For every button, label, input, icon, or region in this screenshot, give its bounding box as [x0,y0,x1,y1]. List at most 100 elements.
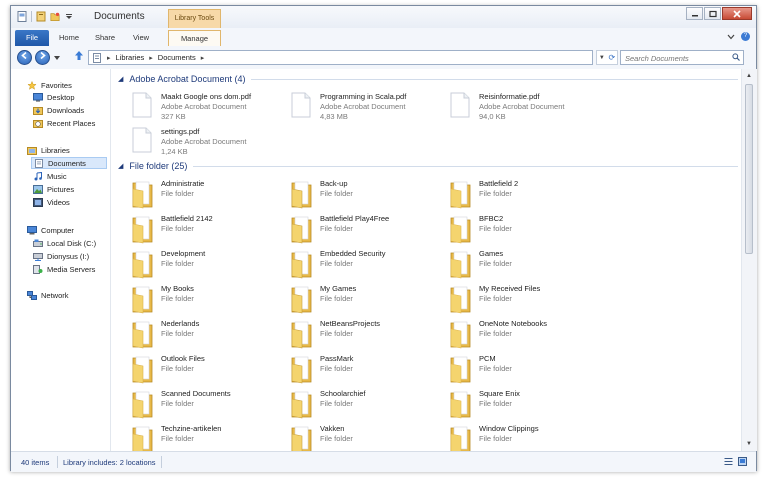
folder-icon [290,319,314,351]
expand-ribbon-icon[interactable] [727,34,735,40]
folder-item[interactable]: Square Enix File folder [449,389,599,421]
folder-type: File folder [479,364,512,373]
folder-name: Scanned Documents [161,389,231,398]
nav-favorites[interactable]: Favorites [27,79,72,91]
forward-button[interactable] [35,50,50,65]
folder-item[interactable]: Window Clippings File folder [449,424,599,451]
pdf-file-item[interactable]: Reisinformatie.pdf Adobe Acrobat Document… [449,92,599,124]
folder-item[interactable]: Outlook Files File folder [131,354,281,386]
nav-item-downloads[interactable]: Downloads [33,104,84,116]
pdf-file-item[interactable]: Programming in Scala.pdf Adobe Acrobat Do… [290,92,440,124]
search-icon[interactable] [732,53,740,61]
folder-item[interactable]: My Games File folder [290,284,440,316]
help-icon[interactable]: ? [741,32,750,41]
breadcrumb-documents[interactable]: Documents [158,53,196,62]
group-header-label: File folder (25) [129,161,188,171]
pdf-file-item[interactable]: Maakt Google ons dom.pdf Adobe Acrobat Do… [131,92,281,124]
nav-computer[interactable]: Computer [27,224,74,236]
vertical-scrollbar[interactable]: ▲ ▼ [741,69,757,451]
folder-type: File folder [161,259,194,268]
folder-item[interactable]: Scanned Documents File folder [131,389,281,421]
nav-item-videos[interactable]: Videos [33,196,70,208]
folder-item[interactable]: BFBC2 File folder [449,214,599,246]
large-icons-view-icon[interactable] [738,457,747,466]
customize-toolbar-icon[interactable] [64,11,74,22]
address-dropdown-icon[interactable]: ▼ [599,55,605,61]
folder-item[interactable]: Development File folder [131,249,281,281]
folder-item[interactable]: Schoolarchief File folder [290,389,440,421]
details-view-icon[interactable] [724,457,733,466]
folder-item[interactable]: PassMark File folder [290,354,440,386]
library-locations[interactable]: Library includes: 2 locations [63,458,156,467]
nav-item-music[interactable]: Music [33,170,67,182]
properties-icon[interactable] [36,11,46,22]
folder-item[interactable]: OneNote Notebooks File folder [449,319,599,351]
up-button[interactable] [73,50,85,65]
nav-item-pictures[interactable]: Pictures [33,183,74,195]
refresh-icon[interactable]: ⟳ [608,53,615,62]
tab-view[interactable]: View [127,30,155,46]
nav-item-dionysus[interactable]: Dionysus (I:) [33,250,89,262]
folder-item[interactable]: Battlefield Play4Free File folder [290,214,440,246]
breadcrumb-libraries[interactable]: Libraries [116,53,145,62]
folder-item[interactable]: Embedded Security File folder [290,249,440,281]
tab-file[interactable]: File [15,30,49,46]
folder-item[interactable]: Nederlands File folder [131,319,281,351]
search-box[interactable] [620,50,744,66]
nav-libraries[interactable]: Libraries [27,144,70,156]
nav-item-label: Dionysus (I:) [47,251,90,261]
breadcrumb-arrow-icon[interactable]: ▸ [149,54,153,62]
close-button[interactable] [722,7,752,20]
folder-item[interactable]: Battlefield 2142 File folder [131,214,281,246]
new-folder-icon[interactable] [50,11,60,22]
nav-item-documents[interactable]: Documents [31,157,107,169]
folder-item[interactable]: Vakken File folder [290,424,440,451]
folder-icon [449,389,473,421]
group-header-pdf[interactable]: ◢ Adobe Acrobat Document (4) [118,74,738,84]
folder-item[interactable]: Back-up File folder [290,179,440,211]
nav-item-recent-places[interactable]: Recent Places [33,117,95,129]
group-collapse-icon[interactable]: ◢ [118,162,123,170]
folder-item[interactable]: Games File folder [449,249,599,281]
folder-icon [290,249,314,281]
folder-type: File folder [479,189,512,198]
folder-item[interactable]: Administratie File folder [131,179,281,211]
address-bar[interactable]: ▸ Libraries ▸ Documents ▸ [88,50,593,65]
tab-share[interactable]: Share [91,30,119,46]
folder-item[interactable]: Techzine-artikelen File folder [131,424,281,451]
breadcrumb-arrow-icon[interactable]: ▸ [201,54,205,62]
file-list[interactable]: ◢ Adobe Acrobat Document (4) Maakt Googl… [111,69,741,451]
restore-button[interactable] [704,7,721,20]
group-header-folders[interactable]: ◢ File folder (25) [118,161,738,171]
nav-item-desktop[interactable]: Desktop [33,91,75,103]
folder-item[interactable]: Battlefield 2 File folder [449,179,599,211]
folder-icon [290,389,314,421]
folder-item[interactable]: NetBeansProjects File folder [290,319,440,351]
tab-home[interactable]: Home [55,30,83,46]
scroll-thumb[interactable] [745,84,753,254]
folder-icon [131,424,155,451]
folder-icon [290,214,314,246]
folder-name: Vakken [320,424,345,433]
nav-item-local-disk[interactable]: Local Disk (C:) [33,237,96,249]
scroll-down-button[interactable]: ▼ [744,439,754,449]
scroll-up-button[interactable]: ▲ [744,71,754,81]
tab-manage[interactable]: Manage [168,30,221,46]
folder-item[interactable]: My Received Files File folder [449,284,599,316]
folder-item[interactable]: My Books File folder [131,284,281,316]
back-button[interactable] [17,50,32,65]
pdf-file-item[interactable]: settings.pdf Adobe Acrobat Document 1,24 K… [131,127,281,159]
search-input[interactable] [621,51,732,66]
group-collapse-icon[interactable]: ◢ [118,75,123,83]
nav-item-media-servers[interactable]: Media Servers [33,263,95,275]
window-menu-icon[interactable] [17,11,27,22]
library-tools-context-tab: Library Tools [168,9,221,28]
breadcrumb-arrow-icon[interactable]: ▸ [107,54,111,62]
nav-network[interactable]: Network [27,289,69,301]
folder-item[interactable]: PCM File folder [449,354,599,386]
folder-icon [131,319,155,351]
recent-locations-icon[interactable] [54,54,60,63]
computer-icon [27,225,37,234]
folder-name: PCM [479,354,496,363]
minimize-button[interactable] [686,7,703,20]
